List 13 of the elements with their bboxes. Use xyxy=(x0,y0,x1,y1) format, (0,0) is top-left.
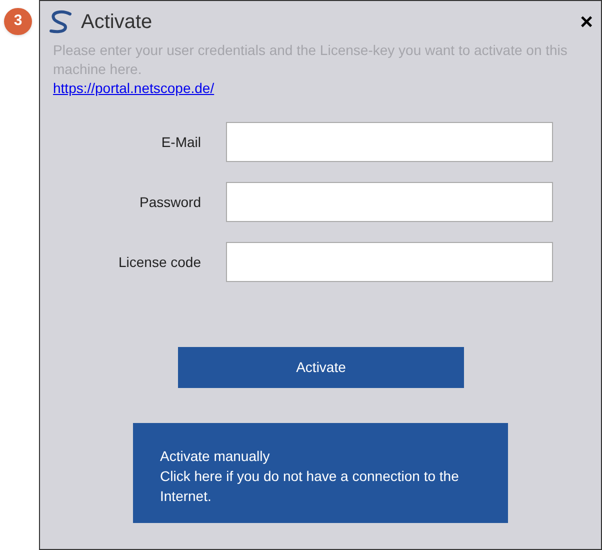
logo-icon xyxy=(48,10,74,34)
input-field[interactable] xyxy=(226,122,553,162)
activate-manually-button[interactable]: Activate manually Click here if you do not have a connection to the Internet. xyxy=(133,423,508,523)
activate-button[interactable]: Activate xyxy=(178,347,464,388)
step-badge: 3 xyxy=(4,8,32,35)
window-title: Activate xyxy=(81,10,152,35)
field-label: E-Mail xyxy=(160,132,201,152)
portal-link[interactable]: https://portal.netscope.de/ xyxy=(53,79,214,98)
close-button[interactable]: × xyxy=(580,11,593,33)
input-field[interactable] xyxy=(226,182,553,222)
input-field[interactable] xyxy=(226,242,553,282)
field-label: Password xyxy=(138,192,201,212)
field-label: License code xyxy=(117,252,201,272)
